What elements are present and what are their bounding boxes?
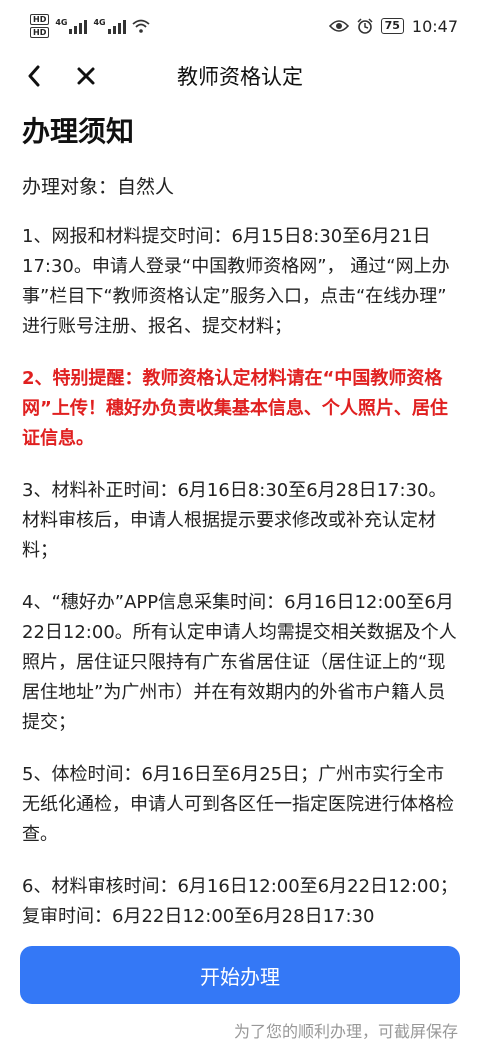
notice-item-highlight: 2、特别提醒：教师资格认定材料请在“中国教师资格网”上传！穗好办负责收集基本信息…: [22, 368, 448, 449]
wifi-icon: [132, 19, 150, 33]
notice-item: 3、材料补正时间：6月16日8:30至6月28日17:30。材料审核后，申请人根…: [22, 480, 447, 561]
notice-item: 4、“穗好办”APP信息采集时间：6月16日12:00至6月22日12:00。所…: [22, 592, 457, 733]
navigation-bar: 教师资格认定: [0, 52, 480, 100]
notice-item: 6、材料审核时间：6月16日12:00至6月22日12:00；复审时间：6月22…: [22, 876, 458, 927]
back-button[interactable]: [16, 58, 52, 94]
close-button[interactable]: [68, 58, 104, 94]
status-bar: HD HD 4G 4G 75 10:47: [0, 0, 480, 52]
signal-icon: 4G: [55, 18, 88, 34]
close-icon: [77, 67, 95, 85]
status-left: HD HD 4G 4G: [30, 14, 150, 38]
section-heading: 办理须知: [22, 115, 135, 148]
start-button[interactable]: 开始办理: [20, 946, 460, 1004]
signal-icon: 4G: [93, 18, 126, 34]
battery-icon: 75: [380, 18, 404, 34]
alarm-icon: [357, 18, 373, 34]
chevron-left-icon: [28, 65, 40, 87]
hd-badge: HD: [30, 27, 50, 38]
hd-badge: HD: [30, 14, 50, 25]
notice-content[interactable]: 办理须知 办理对象：自然人 1、网报和材料提交时间：6月15日8:30至6月21…: [22, 112, 462, 934]
clock: 10:47: [411, 16, 458, 36]
eye-icon: [328, 20, 349, 32]
notice-item: 1、网报和材料提交时间：6月15日8:30至6月21日17:30。申请人登录“中…: [22, 226, 450, 337]
applicant-target: 办理对象：自然人: [22, 176, 175, 198]
notice-item: 5、体检时间：6月16日至6月25日；广州市实行全市无纸化通检，申请人可到各区任…: [22, 764, 454, 845]
status-right: 75 10:47: [328, 16, 458, 36]
hd-badges: HD HD: [30, 14, 50, 38]
screenshot-hint: 为了您的顺利办理，可截屏保存: [233, 1022, 458, 1041]
notice-list: 1、网报和材料提交时间：6月15日8:30至6月21日17:30。申请人登录“中…: [22, 222, 462, 932]
